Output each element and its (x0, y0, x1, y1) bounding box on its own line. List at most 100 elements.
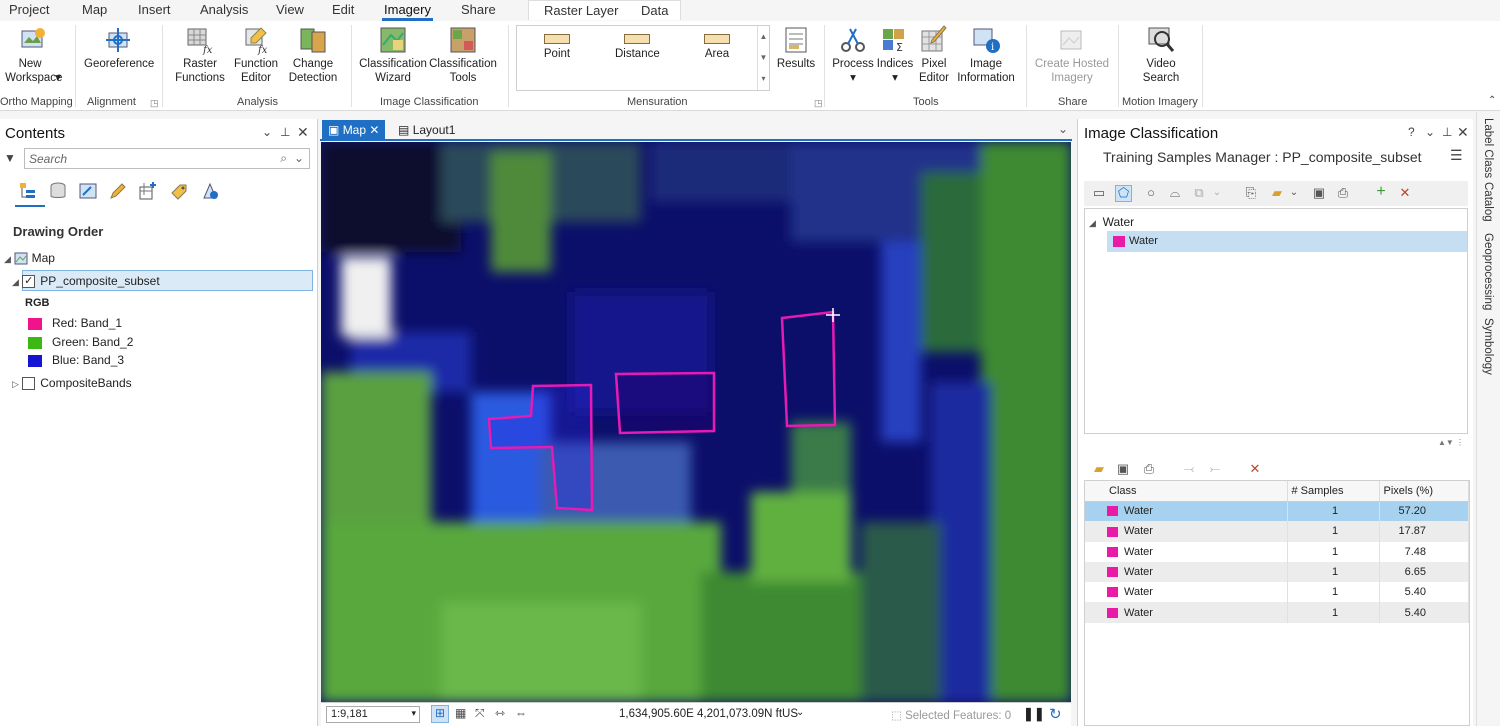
create-hosted-imagery-button[interactable]: Create Hosted Imagery (1032, 25, 1112, 85)
area-measure-button[interactable]: Area (697, 34, 737, 60)
gallery-expand-icon[interactable]: ▾ (758, 68, 769, 89)
table-row[interactable]: Water 1 6.65 (1085, 561, 1469, 583)
map-node[interactable]: ◢ Map (4, 251, 55, 265)
create-schema-icon[interactable]: ⎘ (1244, 186, 1258, 200)
point-measure-button[interactable]: Point (537, 34, 577, 60)
pane-menu-icon[interactable]: ⌄ (1425, 125, 1435, 139)
collapse-ribbon-icon[interactable]: ⌃ (1488, 95, 1496, 106)
map-rotation-icon[interactable]: ⇔ (515, 706, 527, 720)
expand-icon[interactable]: ◢ (12, 277, 19, 287)
tree-child-water[interactable]: Water (1107, 231, 1467, 252)
table-row[interactable]: Water 1 5.40 (1085, 582, 1469, 603)
indices-button[interactable]: Σ Indices ▾ (876, 25, 914, 85)
tab-edit[interactable]: Edit (332, 2, 354, 17)
list-by-editing-icon[interactable] (108, 181, 128, 201)
selected-features-count[interactable]: ⬚ Selected Features: 0 (891, 708, 1011, 722)
tab-data[interactable]: Data (641, 3, 668, 18)
dropdown-icon[interactable]: ▾ (411, 708, 416, 719)
side-tab-label-class[interactable]: Label Class (1482, 118, 1494, 178)
layout-view-tab[interactable]: ▤ Layout1 (392, 120, 461, 140)
side-tab-catalog[interactable]: Catalog (1482, 182, 1494, 222)
close-icon[interactable]: ✕ (1457, 124, 1469, 141)
close-icon[interactable]: ✕ (297, 124, 309, 141)
tab-raster-layer[interactable]: Raster Layer (544, 3, 618, 18)
column-header-class[interactable]: Class (1085, 481, 1288, 502)
navigation-tool-icon[interactable]: ⊞ (431, 705, 449, 723)
map-canvas[interactable] (321, 142, 1071, 702)
fixed-extent-icon[interactable]: ⤧ (475, 706, 485, 721)
tab-insert[interactable]: Insert (138, 2, 171, 17)
help-icon[interactable]: ? (1408, 125, 1415, 139)
view-list-icon[interactable]: ⌄ (1058, 122, 1068, 136)
tab-analysis[interactable]: Analysis (200, 2, 248, 17)
pin-icon[interactable]: ⊥ (280, 125, 290, 139)
add-class-icon[interactable]: + (1374, 184, 1388, 200)
save-as-icon[interactable]: ⎙ (1336, 186, 1350, 200)
scale-selector[interactable]: 1:9,181 ▾ (326, 706, 420, 723)
search-icon[interactable]: ⌕ (280, 151, 287, 166)
collapse-icon[interactable]: ▷ (12, 379, 19, 389)
dropdown-icon[interactable]: ⌄ (1287, 186, 1301, 200)
tab-imagery[interactable]: Imagery (382, 2, 433, 21)
circle-tool-icon[interactable]: ○ (1144, 186, 1158, 200)
delete-sample-icon[interactable]: ✕ (1248, 462, 1262, 476)
tab-map[interactable]: Map (82, 2, 107, 17)
layer-pp-composite-subset[interactable]: ◢ ✓ PP_composite_subset (12, 274, 160, 289)
table-row[interactable]: Water 1 5.40 (1085, 602, 1469, 623)
training-sample-polygon[interactable] (614, 371, 716, 435)
results-button[interactable]: Results (775, 25, 817, 71)
save-icon[interactable]: ▣ (1312, 186, 1326, 200)
image-information-button[interactable]: i Image Information (954, 25, 1018, 85)
pane-menu-icon[interactable]: ⌄ (262, 125, 272, 139)
pause-drawing-icon[interactable]: ❚❚ (1023, 706, 1045, 722)
grid-icon[interactable]: ▦ (455, 706, 466, 720)
classification-wizard-button[interactable]: Classification Wizard (358, 25, 428, 85)
process-button[interactable]: Process ▾ (832, 25, 874, 85)
layer-compositebands[interactable]: ▷ CompositeBands (12, 376, 132, 391)
coordinate-format-dropdown-icon[interactable]: ⌄ (796, 707, 804, 718)
raster-functions-button[interactable]: fx Raster Functions (168, 25, 232, 85)
pin-icon[interactable]: ⊥ (1442, 125, 1452, 139)
save-as-icon[interactable]: ⎙ (1142, 462, 1156, 476)
table-row[interactable]: Water 1 17.87 (1085, 521, 1469, 542)
dialog-launcher-icon[interactable]: ◳ (150, 98, 159, 109)
training-sample-polygon[interactable] (780, 310, 837, 428)
list-by-labeling-icon[interactable] (170, 181, 190, 201)
list-by-source-icon[interactable] (48, 181, 68, 201)
function-editor-button[interactable]: fx Function Editor (230, 25, 282, 85)
table-row[interactable]: Water 1 57.20 (1085, 501, 1469, 522)
layer-visibility-checkbox[interactable]: ✓ (22, 275, 36, 289)
expand-icon[interactable]: ◢ (1089, 218, 1096, 228)
side-tab-geoprocessing[interactable]: Geoprocessing (1482, 233, 1494, 310)
search-input[interactable]: Search ⌕ ⌄ (24, 148, 310, 169)
classification-tools-button[interactable]: Classification Tools (428, 25, 498, 85)
expand-icon[interactable]: ◢ (4, 254, 11, 264)
side-tab-symbology[interactable]: Symbology (1482, 318, 1494, 375)
table-row[interactable]: Water 1 7.48 (1085, 541, 1469, 562)
filter-icon[interactable]: ▼ (4, 151, 16, 165)
column-header-pixels[interactable]: Pixels (%) (1379, 481, 1469, 502)
scale-lock-icon[interactable]: ⇿ (495, 706, 505, 720)
remove-class-icon[interactable]: ✕ (1398, 186, 1412, 200)
list-by-selection-icon[interactable] (78, 181, 98, 201)
options-menu-icon[interactable]: ☰ (1450, 147, 1463, 164)
polygon-tool-icon[interactable]: ⬠ (1115, 185, 1132, 202)
pixel-editor-button[interactable]: Pixel Editor (914, 25, 954, 85)
map-view-tab[interactable]: ▣ Map ✕ (322, 120, 386, 140)
gallery-scroll[interactable]: ▲ ▼ ▾ (757, 26, 769, 90)
layer-visibility-checkbox[interactable] (22, 377, 36, 391)
dropdown-icon[interactable]: ⌄ (1210, 186, 1224, 200)
splitter-arrows-icon[interactable]: ▲▼ ⋮ (1438, 438, 1464, 447)
tab-project[interactable]: Project (9, 2, 49, 17)
save-icon[interactable]: ▣ (1116, 462, 1130, 476)
open-folder-icon[interactable]: ▰ (1092, 462, 1106, 476)
tab-view[interactable]: View (276, 2, 304, 17)
refresh-icon[interactable]: ↻ (1049, 705, 1062, 723)
list-by-drawing-order-icon[interactable] (18, 181, 38, 201)
merge-icon[interactable]: ⤙ (1182, 462, 1196, 476)
change-detection-button[interactable]: Change Detection (282, 25, 344, 85)
scroll-up-icon[interactable]: ▲ (758, 26, 769, 47)
close-tab-icon[interactable]: ✕ (369, 123, 379, 137)
scroll-down-icon[interactable]: ▼ (758, 47, 769, 68)
search-dropdown-icon[interactable]: ⌄ (294, 151, 304, 165)
